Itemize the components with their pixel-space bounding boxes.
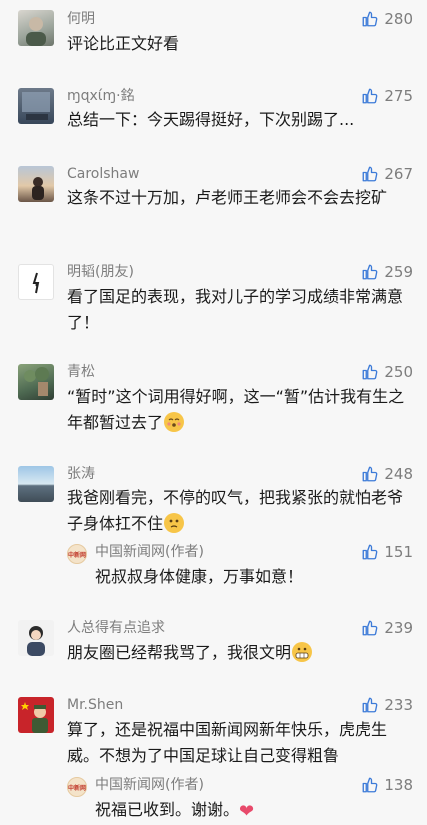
avatar[interactable] (18, 364, 54, 400)
like-count: 267 (384, 165, 413, 183)
username[interactable]: 青松 (67, 363, 95, 381)
reply-text: 祝叔叔身体健康，万事如意！ (95, 567, 304, 586)
like-button[interactable]: 267 (361, 165, 413, 183)
avatar[interactable] (18, 10, 54, 46)
author-badge: 中新网 (68, 784, 87, 792)
comment-text-content: “暂时”这个词用得好啊，这一“暂”估计我有生之年都暂过去了 (67, 387, 405, 432)
avatar[interactable] (18, 697, 54, 733)
comment-text: 这条不过十万加，卢老师王老师会不会去挖矿 (67, 188, 388, 207)
comment-text-content: 我爸刚看完，不停的叹气，把我紧张的就怕老爷子身体扛不住 (67, 488, 404, 533)
thumbs-up-icon (361, 263, 379, 281)
blushing-face-emoji (164, 412, 185, 432)
comment-text: 总结一下：今天踢得挺好，下次别踢了... (67, 110, 355, 129)
comment-text: 看了国足的表现，我对儿子的学习成绩非常满意了！ (67, 287, 404, 332)
worried-face-emoji (164, 513, 185, 533)
heart-emoji-icon: ❤ (239, 801, 255, 822)
like-button[interactable]: 138 (361, 776, 413, 794)
comment-text: 算了，还是祝福中国新闻网新年快乐，虎虎生威。不想为了中国足球让自己变得粗鲁 (67, 720, 388, 765)
username[interactable]: 何明 (67, 10, 95, 28)
like-button[interactable]: 250 (361, 363, 413, 381)
grimacing-face-emoji (292, 642, 313, 662)
comment-text: 我爸刚看完，不停的叹气，把我紧张的就怕老爷子身体扛不住 (67, 485, 407, 537)
avatar[interactable] (18, 466, 54, 502)
author-avatar[interactable]: 中新网 (67, 544, 87, 564)
author-badge: 中新网 (68, 551, 87, 559)
reply-text: 祝福已收到。谢谢。❤ (95, 798, 395, 824)
username[interactable]: Mr.Shen (67, 696, 123, 714)
author-name[interactable]: 中国新闻网(作者) (95, 543, 204, 561)
avatar[interactable] (18, 264, 54, 300)
like-count: 138 (384, 776, 413, 794)
like-count: 151 (384, 543, 413, 561)
like-count: 250 (384, 363, 413, 381)
reply-text-content: 祝福已收到。谢谢。 (95, 800, 240, 819)
like-button[interactable]: 151 (361, 543, 413, 561)
avatar[interactable] (18, 166, 54, 202)
avatar[interactable] (18, 620, 54, 656)
thumbs-up-icon (361, 363, 379, 381)
like-button[interactable]: 239 (361, 619, 413, 637)
thumbs-up-icon (361, 465, 379, 483)
like-button[interactable]: 275 (361, 87, 413, 105)
username[interactable]: 人总得有点追求 (67, 619, 165, 637)
like-count: 248 (384, 465, 413, 483)
thumbs-up-icon (361, 165, 379, 183)
thumbs-up-icon (361, 776, 379, 794)
username[interactable]: 张涛 (67, 465, 95, 483)
like-button[interactable]: 280 (361, 10, 413, 28)
thumbs-up-icon (361, 543, 379, 561)
like-button[interactable]: 259 (361, 263, 413, 281)
comment-text: “暂时”这个词用得好啊，这一“暂”估计我有生之年都暂过去了 (67, 384, 407, 436)
like-button[interactable]: 248 (361, 465, 413, 483)
like-count: 280 (384, 10, 413, 28)
author-name[interactable]: 中国新闻网(作者) (95, 776, 204, 794)
username[interactable]: Carolshaw (67, 165, 139, 183)
like-button[interactable]: 233 (361, 696, 413, 714)
comment-text: 朋友圈已经帮我骂了，我很文明 (67, 640, 407, 666)
like-count: 259 (384, 263, 413, 281)
thumbs-up-icon (361, 87, 379, 105)
comment-text-content: 朋友圈已经帮我骂了，我很文明 (67, 643, 292, 662)
comment-text: 评论比正文好看 (67, 34, 180, 53)
thumbs-up-icon (361, 10, 379, 28)
comment-list: 何明 280 评论比正文好看 ɱɋxίɱ·銘 275 总结一下：今天踢得挺好，下… (0, 0, 427, 825)
thumbs-up-icon (361, 619, 379, 637)
author-avatar[interactable]: 中新网 (67, 777, 87, 797)
thumbs-up-icon (361, 696, 379, 714)
avatar[interactable] (18, 88, 54, 124)
like-count: 233 (384, 696, 413, 714)
username[interactable]: ɱɋxίɱ·銘 (67, 87, 135, 105)
like-count: 275 (384, 87, 413, 105)
username[interactable]: 明韬(朋友) (67, 263, 134, 281)
like-count: 239 (384, 619, 413, 637)
